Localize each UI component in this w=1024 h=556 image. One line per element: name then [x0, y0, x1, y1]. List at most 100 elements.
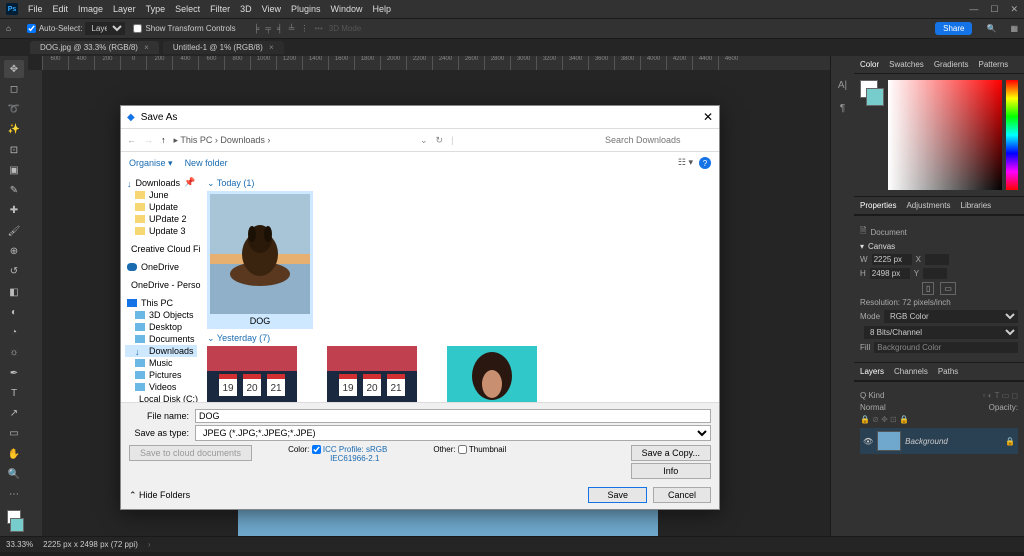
file-thumb[interactable]: 19 20 21	[207, 346, 297, 402]
edit-toolbar-icon[interactable]: ⋯	[4, 486, 24, 504]
tree-item[interactable]: ↓Downloads📌	[125, 176, 197, 189]
kind-filter[interactable]: Q Kind	[860, 391, 884, 400]
group-today[interactable]: ⌄ Today (1)	[207, 178, 713, 189]
layer-row[interactable]: 👁 Background 🔒	[860, 428, 1018, 454]
type-tool-icon[interactable]: T	[4, 384, 24, 402]
background-color-swatch[interactable]	[10, 518, 24, 532]
blend-mode[interactable]: Normal	[860, 403, 886, 412]
auto-select-dropdown[interactable]: Layer	[85, 22, 125, 35]
channels-tab[interactable]: Channels	[894, 367, 928, 376]
libraries-tab[interactable]: Libraries	[961, 201, 992, 210]
tree-item[interactable]: OneDrive - Person	[125, 279, 197, 291]
align-icon[interactable]: ⋮	[300, 24, 308, 33]
menu-filter[interactable]: Filter	[210, 4, 230, 14]
layer-thumbnail[interactable]	[877, 431, 901, 451]
history-tool-icon[interactable]: ↺	[4, 263, 24, 281]
home-icon[interactable]: ⌂	[6, 24, 11, 33]
bg-swatch[interactable]	[866, 88, 884, 106]
menu-image[interactable]: Image	[78, 4, 103, 14]
patterns-tab[interactable]: Patterns	[979, 60, 1009, 69]
tree-item[interactable]: Creative Cloud Fil	[125, 243, 197, 255]
move-tool-icon[interactable]: ✥	[4, 60, 24, 78]
icc-checkbox[interactable]	[312, 445, 321, 454]
hue-slider[interactable]	[1006, 80, 1018, 190]
nav-back-icon[interactable]: ←	[127, 135, 136, 145]
show-transform-checkbox[interactable]	[133, 24, 142, 33]
breadcrumb-folder[interactable]: Downloads	[220, 135, 265, 145]
breadcrumb-pc[interactable]: This PC	[180, 135, 212, 145]
tree-item[interactable]: OneDrive	[125, 261, 197, 273]
frame-tool-icon[interactable]: ▣	[4, 161, 24, 179]
align-icon[interactable]: ╡	[277, 24, 283, 33]
save-copy-button[interactable]: Save a Copy...	[631, 445, 711, 461]
view-options-icon[interactable]: ☷ ▾	[678, 157, 693, 169]
brush-tool-icon[interactable]: 🖌	[4, 222, 24, 240]
gradient-tool-icon[interactable]: ◐	[4, 303, 24, 321]
tree-item[interactable]: Pictures	[125, 369, 197, 381]
help-icon[interactable]: ?	[699, 157, 711, 169]
depth-select[interactable]: 8 Bits/Channel	[864, 326, 1018, 339]
mode-select[interactable]: RGB Color	[884, 310, 1018, 323]
eyedropper-tool-icon[interactable]: ✎	[4, 182, 24, 200]
path-tool-icon[interactable]: ↗	[4, 405, 24, 423]
minimize-icon[interactable]: ―	[969, 4, 978, 15]
tree-item[interactable]: 3D Objects	[125, 309, 197, 321]
hand-tool-icon[interactable]: ✋	[4, 445, 24, 463]
menu-edit[interactable]: Edit	[53, 4, 69, 14]
color-tab[interactable]: Color	[860, 60, 879, 69]
search-icon[interactable]: 🔍	[986, 24, 996, 33]
menu-file[interactable]: File	[28, 4, 43, 14]
y-input[interactable]	[923, 268, 947, 279]
thumbnail-checkbox[interactable]	[458, 445, 467, 454]
x-input[interactable]	[925, 254, 949, 265]
save-cloud-button[interactable]: Save to cloud documents	[129, 445, 252, 461]
tree-item[interactable]: Music	[125, 357, 197, 369]
tree-item[interactable]: This PC	[125, 297, 197, 309]
file-thumb[interactable]: 19 20 21	[327, 346, 417, 402]
file-thumb-selected[interactable]: DOG	[207, 191, 313, 329]
canvas-section[interactable]: Canvas	[868, 242, 895, 251]
height-input[interactable]	[870, 268, 910, 279]
landscape-icon[interactable]: ▭	[940, 282, 956, 295]
menu-3d[interactable]: 3D	[240, 4, 252, 14]
color-field[interactable]	[888, 80, 1002, 190]
mode-icon[interactable]: 3D Mode	[329, 24, 361, 33]
cancel-button[interactable]: Cancel	[653, 487, 711, 503]
zoom-value[interactable]: 33.33%	[6, 540, 33, 549]
stamp-tool-icon[interactable]: ⊕	[4, 242, 24, 260]
nav-up-icon[interactable]: ↑	[161, 135, 166, 145]
visibility-icon[interactable]: 👁	[863, 437, 873, 446]
maximize-icon[interactable]: ☐	[990, 4, 998, 15]
close-icon[interactable]: ✕	[1010, 4, 1018, 15]
layer-name[interactable]: Background	[905, 437, 948, 446]
close-tab-icon[interactable]: ×	[269, 43, 274, 52]
marquee-tool-icon[interactable]: ◻	[4, 80, 24, 98]
width-input[interactable]	[872, 254, 912, 265]
save-button[interactable]: Save	[588, 487, 647, 503]
dodge-tool-icon[interactable]: ☼	[4, 344, 24, 362]
align-icon[interactable]: ╞	[254, 24, 260, 33]
refresh-icon[interactable]: ↻	[436, 135, 444, 146]
character-panel-icon[interactable]: A|	[838, 80, 847, 91]
doc-tab[interactable]: Untitled-1 @ 1% (RGB/8) ×	[163, 41, 284, 54]
tree-item[interactable]: Local Disk (C:)	[125, 393, 197, 402]
paths-tab[interactable]: Paths	[938, 367, 958, 376]
group-yesterday[interactable]: ⌄ Yesterday (7)	[207, 333, 713, 344]
menu-layer[interactable]: Layer	[113, 4, 136, 14]
blur-tool-icon[interactable]: ◔	[4, 323, 24, 341]
properties-tab[interactable]: Properties	[860, 201, 896, 210]
menu-window[interactable]: Window	[331, 4, 363, 14]
info-button[interactable]: Info	[631, 463, 711, 479]
zoom-tool-icon[interactable]: 🔍	[4, 465, 24, 483]
lasso-tool-icon[interactable]: ➰	[4, 101, 24, 119]
nav-fwd-icon[interactable]: →	[144, 135, 153, 145]
share-button[interactable]: Share	[935, 22, 972, 35]
menu-help[interactable]: Help	[373, 4, 392, 14]
portrait-icon[interactable]: ▯	[922, 282, 934, 295]
align-icon[interactable]: ╧	[289, 24, 295, 33]
tree-item[interactable]: Documents	[125, 333, 197, 345]
hide-folders-toggle[interactable]: ⌃ Hide Folders	[129, 490, 190, 501]
tree-item[interactable]: UPdate 2	[125, 213, 197, 225]
workspace-icon[interactable]: ▦	[1010, 24, 1018, 33]
wand-tool-icon[interactable]: ✨	[4, 121, 24, 139]
